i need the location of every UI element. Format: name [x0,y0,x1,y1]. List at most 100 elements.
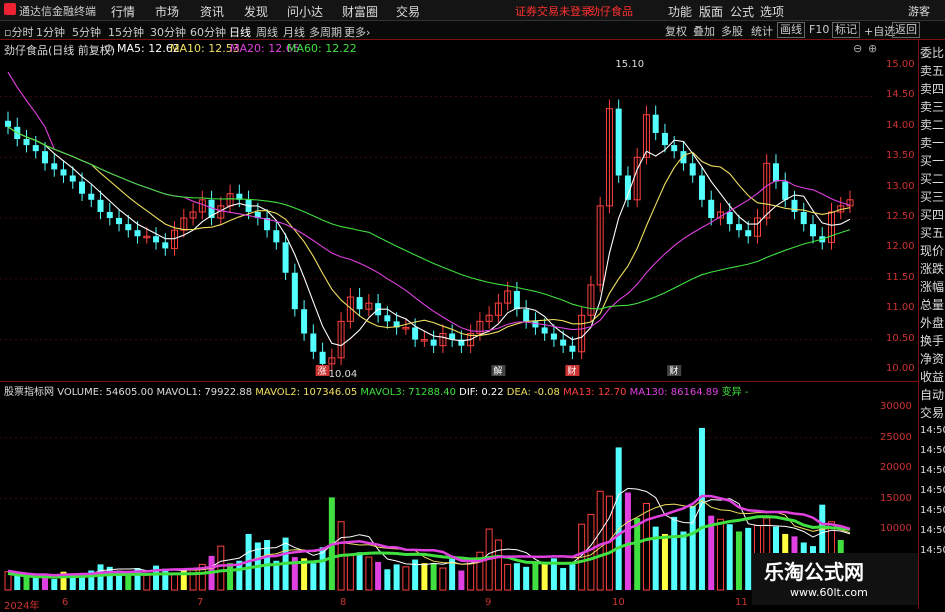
menu-quotes[interactable]: 行情 [111,3,135,20]
date-label: 10 [612,597,625,608]
period-intraday[interactable]: ▫分时 [4,24,33,40]
candle-down [301,309,308,334]
period-15min[interactable]: 15分钟 [108,24,144,40]
volume-bar [143,574,151,591]
period-weekly[interactable]: 周线 [256,24,278,40]
volume-bar [615,447,622,590]
candle-down [97,199,104,212]
quote-field-label: 涨跌 [920,262,945,276]
menu-discover[interactable]: 发现 [244,3,268,20]
trade-time: 14:50 [920,505,945,516]
volume-bar [745,527,752,590]
quote-field-label: 买四 [920,208,945,222]
candle-down [412,327,419,340]
volume-bar [97,564,104,590]
menu-formula[interactable]: 公式 [730,3,754,20]
candle-down [42,151,49,164]
candle-down [162,242,169,249]
candle-down [661,132,668,146]
period-30min[interactable]: 30分钟 [150,24,186,40]
f10-button[interactable]: F10 [807,23,831,36]
mark-button[interactable]: 标记 [832,22,860,38]
period-daily[interactable]: 日线 [229,24,251,40]
volume-tick: 30000 [880,401,912,413]
quote-field-label: 卖五 [920,64,945,78]
candle-down [134,230,141,237]
menu-functions[interactable]: 功能 [668,3,692,20]
price-tick: 13.50 [886,150,915,162]
volume-bar [634,518,641,590]
trade-time: 14:50 [920,545,945,556]
volume-bar [375,561,382,590]
candlestick-chart[interactable]: 15.10 10.04涨 解 财 财 [0,40,915,380]
candle-down [125,224,132,231]
quote-field-label: 涨幅 [920,280,945,294]
candle-down [782,181,789,200]
period-5min[interactable]: 5分钟 [72,24,101,40]
low-price-label: 10.04 [329,369,358,380]
menu-wealth-circle[interactable]: 财富圈 [342,3,378,20]
volume-bar [421,563,428,590]
menu-layout[interactable]: 版面 [699,3,723,20]
candle-down [356,297,363,310]
volume-bar [14,574,21,590]
trade-time: 14:50 [920,525,945,536]
watermark-title: 乐淘公式网 [764,560,864,584]
candle-down [680,151,687,164]
volume-tick: 25000 [880,431,912,443]
candle-down [698,175,705,200]
overlay-button[interactable]: 叠加 [691,23,717,39]
menu-ask-assistant[interactable]: 问小达 [287,3,323,20]
quote-field-label: 卖三 [920,100,945,114]
watermark-url: www.60lt.com [790,586,868,599]
login-status-alert[interactable]: 证券交易未登录 [515,3,592,19]
quote-field-label: 委比 [920,46,945,60]
volume-bar [449,555,456,590]
period-multi[interactable]: 多周期 [309,24,342,40]
candle-down [550,333,557,340]
volume-bar [439,567,447,591]
multi-stock-button[interactable]: 多股 [719,23,745,39]
candle-down [708,199,715,219]
date-label: 11 [735,597,748,608]
menu-options[interactable]: 选项 [760,3,784,20]
quote-field-label: 自动 [920,388,945,402]
date-label: 8 [340,597,347,608]
candle-down [116,218,123,225]
quote-field-label: 卖四 [920,82,945,96]
quote-field-label: 交易 [920,406,945,420]
period-60min[interactable]: 60分钟 [190,24,226,40]
candle-down [671,145,678,152]
stats-button[interactable]: 统计 [749,23,775,39]
quote-field-label: 收益 [920,370,945,384]
event-marker-label: 涨 [318,366,327,377]
candle-down [88,193,95,200]
period-1min[interactable]: 1分钟 [36,24,65,40]
period-toolbar: ▫分时 1分钟 5分钟 15分钟 30分钟 60分钟 日线 周线 月线 多周期 … [0,21,945,40]
guest-user[interactable]: 游客 [908,3,930,19]
menu-market[interactable]: 市场 [155,3,179,20]
menu-trade[interactable]: 交易 [396,3,420,20]
top-menu-bar: 通达信金融终端 行情 市场 资讯 发现 问小达 财富圈 交易 证券交易未登录 劲… [0,0,945,21]
draw-line-button[interactable]: 画线 [777,22,805,38]
volume-bar [171,572,179,591]
period-more[interactable]: 更多› [344,24,370,40]
candle-down [5,120,11,127]
back-button[interactable]: 返回 [892,22,920,38]
candle-down [384,315,391,322]
period-monthly[interactable]: 月线 [283,24,305,40]
candle-down [809,224,816,237]
candle-down [513,290,520,310]
volume-bar [402,566,410,591]
menu-news[interactable]: 资讯 [200,3,224,20]
price-tick: 14.50 [886,89,915,101]
quote-field-label: 买三 [920,190,945,204]
volume-bar [698,427,705,590]
volume-bar [346,554,354,591]
candle-down [541,327,548,334]
price-tick: 11.50 [886,271,915,283]
trade-time: 14:50 [920,425,945,436]
volume-bar [671,516,678,590]
adjust-button[interactable]: 复权 [663,23,689,39]
candle-down [800,211,807,225]
